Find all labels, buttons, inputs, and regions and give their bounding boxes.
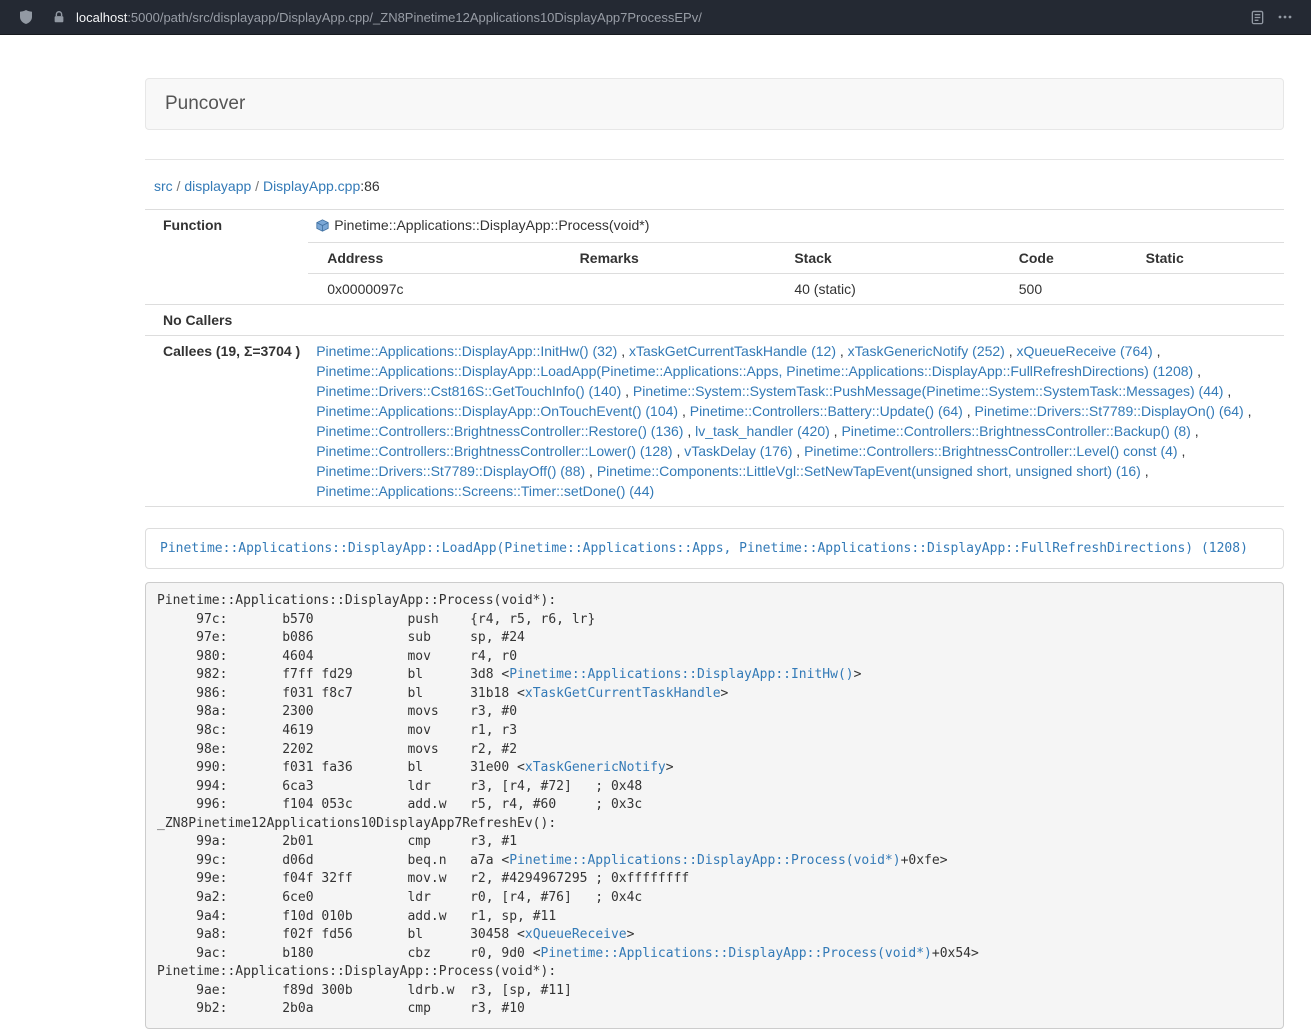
table-row: Function Pinetime::Applications::Display… — [145, 210, 1284, 243]
no-callers-label: No Callers — [145, 305, 308, 336]
function-icon — [316, 217, 329, 237]
breadcrumb-link-displayapp[interactable]: displayapp — [184, 178, 251, 194]
callee-link[interactable]: Pinetime::Applications::DisplayApp::Load… — [316, 363, 1193, 379]
url-bar[interactable]: localhost:5000/path/src/displayapp/Displ… — [46, 3, 1237, 31]
disasm-symbol-link[interactable]: Pinetime::Applications::DisplayApp::Proc… — [509, 853, 900, 868]
function-table: Function Pinetime::Applications::Display… — [145, 209, 1284, 507]
reader-view-icon[interactable] — [1243, 4, 1271, 30]
callee-separator: , — [621, 383, 633, 399]
function-name: Pinetime::Applications::DisplayApp::Proc… — [334, 217, 649, 233]
callee-link[interactable]: Pinetime::Controllers::BrightnessControl… — [804, 443, 1177, 459]
callers-cell — [308, 305, 1284, 336]
app-header: Puncover — [145, 78, 1284, 130]
col-header-stack: Stack — [786, 243, 1010, 274]
function-label: Function — [145, 210, 308, 305]
remarks-value — [572, 274, 787, 305]
shield-icon — [18, 9, 34, 25]
address-value: 0x0000097c — [308, 274, 571, 305]
stack-value: 40 (static) — [786, 274, 1010, 305]
callee-link[interactable]: lv_task_handler (420) — [695, 423, 830, 439]
callee-link[interactable]: Pinetime::Components::LittleVgl::SetNewT… — [597, 463, 1141, 479]
table-row: Address Remarks Stack Code Static — [308, 243, 1284, 274]
callee-link[interactable]: vTaskDelay (176) — [684, 443, 792, 459]
disasm-symbol-link[interactable]: xTaskGetCurrentTaskHandle — [525, 686, 721, 701]
callee-separator: , — [1191, 423, 1199, 439]
callee-separator: , — [1005, 343, 1017, 359]
metrics-cell: Address Remarks Stack Code Static 0x0000… — [308, 243, 1284, 305]
callee-separator: , — [1244, 403, 1252, 419]
breadcrumb: src / displayapp / DisplayApp.cpp:86 — [154, 176, 1284, 196]
callee-separator: , — [585, 463, 597, 479]
browser-toolbar: localhost:5000/path/src/displayapp/Displ… — [0, 0, 1311, 35]
callee-link[interactable]: Pinetime::Controllers::BrightnessControl… — [841, 423, 1190, 439]
callees-label: Callees (19, Σ=3704 ) — [145, 336, 308, 507]
puncover-brand[interactable]: Puncover — [165, 93, 245, 114]
breadcrumb-link-file[interactable]: DisplayApp.cpp — [263, 178, 360, 194]
callee-separator: , — [1178, 443, 1186, 459]
disasm-symbol-link[interactable]: Pinetime::Applications::DisplayApp::Init… — [509, 667, 853, 682]
callee-link[interactable]: Pinetime::Applications::DisplayApp::OnTo… — [316, 403, 678, 419]
callee-link[interactable]: Pinetime::Drivers::Cst816S::GetTouchInfo… — [316, 383, 621, 399]
callee-link[interactable]: Pinetime::Drivers::St7789::DisplayOff() … — [316, 463, 585, 479]
callee-link[interactable]: Pinetime::Drivers::St7789::DisplayOn() (… — [975, 403, 1244, 419]
col-header-remarks: Remarks — [572, 243, 787, 274]
code-value: 500 — [1011, 274, 1138, 305]
function-signature-cell: Pinetime::Applications::DisplayApp::Proc… — [308, 210, 1284, 243]
callee-separator: , — [1223, 383, 1231, 399]
col-header-code: Code — [1011, 243, 1138, 274]
tracking-shield-icon[interactable] — [12, 4, 40, 30]
breadcrumb-link-src[interactable]: src — [154, 178, 173, 194]
callees-cell: Pinetime::Applications::DisplayApp::Init… — [308, 336, 1284, 507]
col-header-static: Static — [1138, 243, 1284, 274]
site-lock-icon[interactable] — [52, 10, 66, 24]
table-row: No Callers — [145, 305, 1284, 336]
disassembly-block: Pinetime::Applications::DisplayApp::Proc… — [145, 582, 1284, 1029]
breadcrumb-separator: / — [251, 178, 263, 194]
callee-separator: , — [617, 343, 629, 359]
callee-separator: , — [678, 403, 690, 419]
page-content: Puncover src / displayapp / DisplayApp.c… — [145, 78, 1284, 1029]
callee-separator: , — [836, 343, 848, 359]
callee-link[interactable]: Pinetime::Controllers::BrightnessControl… — [316, 423, 683, 439]
disasm-symbol-link[interactable]: xQueueReceive — [525, 927, 627, 942]
callee-separator: , — [1141, 463, 1149, 479]
static-value — [1138, 274, 1284, 305]
callee-link[interactable]: xTaskGenericNotify (252) — [848, 343, 1005, 359]
callee-separator: , — [1193, 363, 1201, 379]
callee-link[interactable]: xTaskGetCurrentTaskHandle (12) — [629, 343, 836, 359]
metrics-table: Address Remarks Stack Code Static 0x0000… — [308, 243, 1284, 304]
disasm-symbol-link[interactable]: Pinetime::Applications::DisplayApp::Proc… — [541, 946, 932, 961]
toolbar-menu-icon[interactable] — [1271, 4, 1299, 30]
callee-link[interactable]: Pinetime::Controllers::Battery::Update()… — [690, 403, 963, 419]
table-row: Address Remarks Stack Code Static 0x0000… — [145, 243, 1284, 305]
callee-link[interactable]: Pinetime::System::SystemTask::PushMessag… — [633, 383, 1224, 399]
disasm-symbol-link[interactable]: xTaskGenericNotify — [525, 760, 666, 775]
breadcrumb-line-number: :86 — [360, 178, 379, 194]
table-row: Callees (19, Σ=3704 ) Pinetime::Applicat… — [145, 336, 1284, 507]
url-host: localhost — [76, 10, 127, 25]
callee-separator: , — [673, 443, 685, 459]
callee-separator: , — [1153, 343, 1161, 359]
callee-separator: , — [792, 443, 804, 459]
callee-link[interactable]: Pinetime::Controllers::BrightnessControl… — [316, 443, 672, 459]
callee-separator: , — [683, 423, 695, 439]
callee-link[interactable]: Pinetime::Applications::DisplayApp::Init… — [316, 343, 617, 359]
callee-link[interactable]: xQueueReceive (764) — [1017, 343, 1153, 359]
callee-separator: , — [830, 423, 842, 439]
callee-separator: , — [963, 403, 975, 419]
related-symbol-box: Pinetime::Applications::DisplayApp::Load… — [145, 528, 1284, 569]
url-path: :5000/path/src/displayapp/DisplayApp.cpp… — [127, 10, 702, 25]
related-symbol-link[interactable]: Pinetime::Applications::DisplayApp::Load… — [160, 541, 1248, 556]
callee-link[interactable]: Pinetime::Applications::Screens::Timer::… — [316, 483, 654, 499]
col-header-address: Address — [308, 243, 571, 274]
divider — [145, 159, 1284, 160]
breadcrumb-separator: / — [173, 178, 185, 194]
table-row: 0x0000097c 40 (static) 500 — [308, 274, 1284, 305]
